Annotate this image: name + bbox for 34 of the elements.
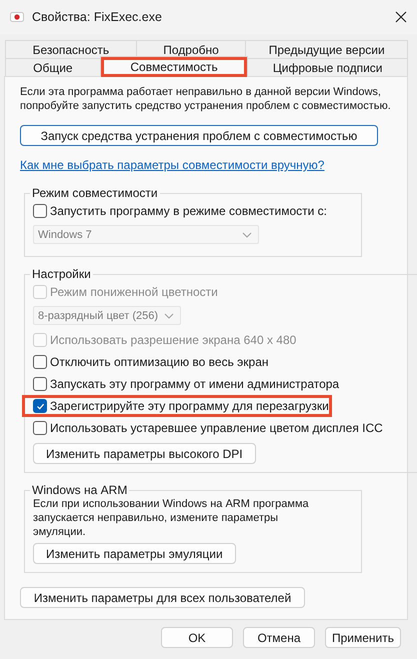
checkbox[interactable] [33,399,47,413]
checkbox[interactable] [33,377,47,391]
tab[interactable]: Совместимость [100,56,248,77]
checkbox[interactable] [33,204,47,218]
checkbox-label[interactable]: Отключить оптимизацию во весь экран [50,355,268,369]
troubleshoot-button[interactable]: Запуск средства устранения проблем с совместимостью [20,125,378,146]
checkbox-label[interactable]: Запустить программу в режиме совместимости с: [50,204,327,218]
chevron-down-icon [164,312,174,318]
checkbox-label[interactable]: Запускать эту программу от имени администратора [50,377,340,391]
close-icon[interactable] [395,11,407,23]
all-users-button[interactable]: Изменить параметры для всех пользователей [20,587,305,608]
intro-text: Если эта программа работает неправильно в данной версии Windows, попробуйте запустить средство устранения проблем с совместимостью. [20,85,392,113]
checkbox-label[interactable]: Использовать устаревшее управление цветом дисплея ICC [50,421,383,435]
help-link[interactable]: Как мне выбрать параметры совместимости вручную? [20,158,392,172]
tab[interactable]: Общие [5,58,101,76]
dialog-button[interactable]: OK [160,627,233,648]
group-title: Режим совместимости [31,186,159,200]
checkbox-label[interactable]: Зарегистрируйте эту программу для перезагрузки [50,399,329,413]
settings-button[interactable]: Изменить параметры эмуляции [33,543,236,564]
checkbox[interactable] [33,355,47,369]
dialog-button[interactable]: Применить [324,627,401,648]
tab[interactable]: Безопасность [5,40,137,58]
settings-button[interactable]: Изменить параметры высокого DPI [33,443,256,464]
description-text: Если при использовании Windows на ARM программа запускается неправильно, измените параметры эмуляции. [33,497,310,539]
group-title: Windows на ARM [31,483,128,497]
tab[interactable]: Предыдущие версии [245,40,408,58]
group-title: Настройки [31,267,92,281]
checkbox[interactable] [33,421,47,435]
tab[interactable]: Цифровые подписи [247,58,408,76]
check-icon [36,402,44,410]
dialog-button[interactable]: Отмена [242,627,315,648]
app-icon [10,12,24,22]
window-title: Свойства: FixExec.exe [32,10,163,24]
chevron-down-icon [242,232,252,238]
